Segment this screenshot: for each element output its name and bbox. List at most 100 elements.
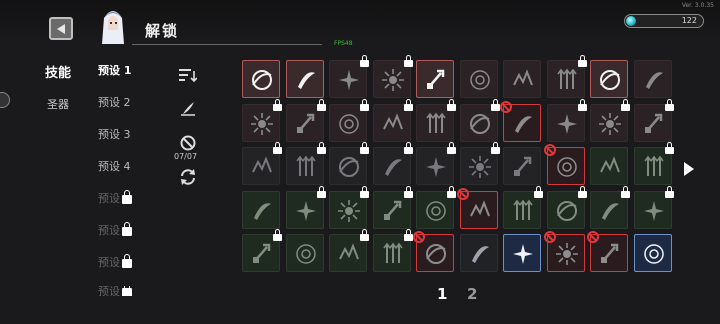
skill-slot[interactable] bbox=[633, 142, 675, 185]
tab-skills[interactable]: 技能 bbox=[45, 62, 71, 81]
side-toggle[interactable] bbox=[0, 92, 10, 108]
sort-icon[interactable] bbox=[178, 66, 198, 84]
skill-slot[interactable] bbox=[503, 60, 541, 98]
skill-slot[interactable] bbox=[546, 98, 588, 142]
page-2[interactable]: 2 bbox=[467, 285, 477, 303]
skill-slot[interactable] bbox=[500, 100, 541, 142]
skill-slot[interactable] bbox=[285, 142, 326, 185]
lock-icon bbox=[122, 286, 132, 296]
skill-slot[interactable] bbox=[456, 187, 498, 229]
skill-slot[interactable] bbox=[459, 142, 501, 185]
lock-icon bbox=[490, 142, 501, 154]
skill-slot[interactable] bbox=[459, 60, 498, 98]
skill-slot[interactable] bbox=[543, 231, 585, 272]
preset-item[interactable]: 预设 bbox=[98, 286, 132, 296]
skill-slot[interactable] bbox=[546, 185, 588, 229]
skill-slot[interactable] bbox=[372, 229, 413, 272]
skill-icon bbox=[382, 242, 403, 263]
skill-slot[interactable] bbox=[503, 147, 541, 185]
skill-slot[interactable] bbox=[416, 60, 454, 98]
skill-slot[interactable] bbox=[416, 185, 456, 229]
skill-slot[interactable] bbox=[587, 231, 628, 272]
skill-slot[interactable] bbox=[372, 98, 413, 142]
skill-slot[interactable] bbox=[372, 55, 413, 98]
skill-icon bbox=[643, 200, 664, 221]
skill-slot[interactable] bbox=[416, 98, 456, 142]
skill-icon bbox=[339, 113, 359, 134]
lock-icon bbox=[360, 229, 370, 241]
lock-icon bbox=[621, 98, 631, 111]
preset-item[interactable]: 预设 bbox=[98, 222, 132, 238]
back-button[interactable] bbox=[49, 17, 73, 40]
skill-slot[interactable] bbox=[372, 142, 413, 185]
next-page-arrow-icon[interactable] bbox=[684, 162, 694, 176]
skill-icon bbox=[555, 243, 578, 265]
skill-slot[interactable] bbox=[503, 185, 544, 229]
skill-slot[interactable] bbox=[633, 60, 672, 98]
skill-slot[interactable] bbox=[590, 147, 628, 185]
preset-label: 预设 bbox=[98, 256, 120, 269]
skill-slot[interactable] bbox=[503, 234, 541, 272]
skill-slot[interactable] bbox=[242, 60, 280, 98]
quill-icon[interactable] bbox=[178, 100, 198, 118]
lock-icon bbox=[360, 185, 370, 198]
skill-slot[interactable] bbox=[285, 98, 326, 142]
skill-icon bbox=[251, 112, 273, 135]
skill-slot[interactable] bbox=[285, 185, 326, 229]
lock-icon bbox=[664, 142, 675, 154]
preset-item[interactable]: 预设 3 bbox=[98, 126, 131, 142]
preset-label: 预设 bbox=[98, 224, 120, 237]
preset-item[interactable]: 预设 bbox=[98, 254, 132, 270]
refresh-icon[interactable] bbox=[178, 168, 198, 186]
skill-slot[interactable] bbox=[459, 234, 498, 272]
skill-slot[interactable] bbox=[543, 144, 585, 185]
lock-icon bbox=[122, 222, 132, 236]
banned-icon bbox=[456, 187, 469, 200]
lock-icon bbox=[122, 254, 132, 268]
skill-slot[interactable] bbox=[590, 185, 630, 229]
skill-slot[interactable] bbox=[372, 185, 413, 229]
currency-value: 122 bbox=[681, 16, 697, 25]
skill-slot[interactable] bbox=[285, 60, 324, 98]
page-title: 解锁 bbox=[145, 22, 180, 40]
skill-slot[interactable] bbox=[546, 55, 588, 98]
skill-slot[interactable] bbox=[329, 98, 370, 142]
skill-slot[interactable] bbox=[459, 98, 500, 142]
banned-icon bbox=[500, 100, 512, 113]
skill-slot[interactable] bbox=[242, 142, 282, 185]
banned-icon bbox=[543, 231, 556, 243]
version-label: Ver. 3.0.35 bbox=[681, 2, 714, 9]
skill-slot[interactable] bbox=[242, 190, 280, 229]
skill-slot[interactable] bbox=[633, 185, 674, 229]
skill-slot[interactable] bbox=[329, 142, 369, 185]
skill-icon bbox=[252, 70, 272, 90]
skill-slot[interactable] bbox=[285, 234, 324, 272]
preset-item[interactable]: 预设 2 bbox=[98, 94, 131, 110]
skill-icon bbox=[601, 243, 619, 263]
skill-slot[interactable] bbox=[242, 229, 282, 272]
lock-icon bbox=[577, 55, 588, 67]
skill-slot[interactable] bbox=[329, 229, 370, 272]
skill-grid bbox=[242, 55, 675, 278]
skill-slot[interactable] bbox=[416, 142, 456, 185]
preset-item[interactable]: 预设 1 bbox=[98, 62, 131, 78]
lock-icon bbox=[577, 185, 588, 198]
skill-icon bbox=[600, 156, 620, 173]
preset-item[interactable]: 预设 bbox=[98, 190, 132, 206]
lock-icon bbox=[360, 98, 370, 111]
skill-slot[interactable] bbox=[633, 98, 674, 142]
lock-icon bbox=[534, 185, 544, 198]
skill-icon bbox=[513, 199, 533, 220]
ban-icon[interactable] bbox=[178, 134, 198, 152]
skill-slot[interactable] bbox=[242, 98, 282, 142]
skill-slot[interactable] bbox=[329, 185, 370, 229]
skill-slot[interactable] bbox=[329, 55, 369, 98]
page-1[interactable]: 1 bbox=[437, 285, 447, 303]
tab-relics[interactable]: 圣器 bbox=[47, 96, 69, 112]
skill-slot[interactable] bbox=[590, 98, 631, 142]
skill-slot[interactable] bbox=[590, 60, 628, 98]
preset-item[interactable]: 预设 4 bbox=[98, 158, 131, 174]
skill-slot[interactable] bbox=[413, 231, 454, 272]
lock-icon bbox=[577, 98, 588, 111]
skill-slot[interactable] bbox=[633, 234, 672, 272]
